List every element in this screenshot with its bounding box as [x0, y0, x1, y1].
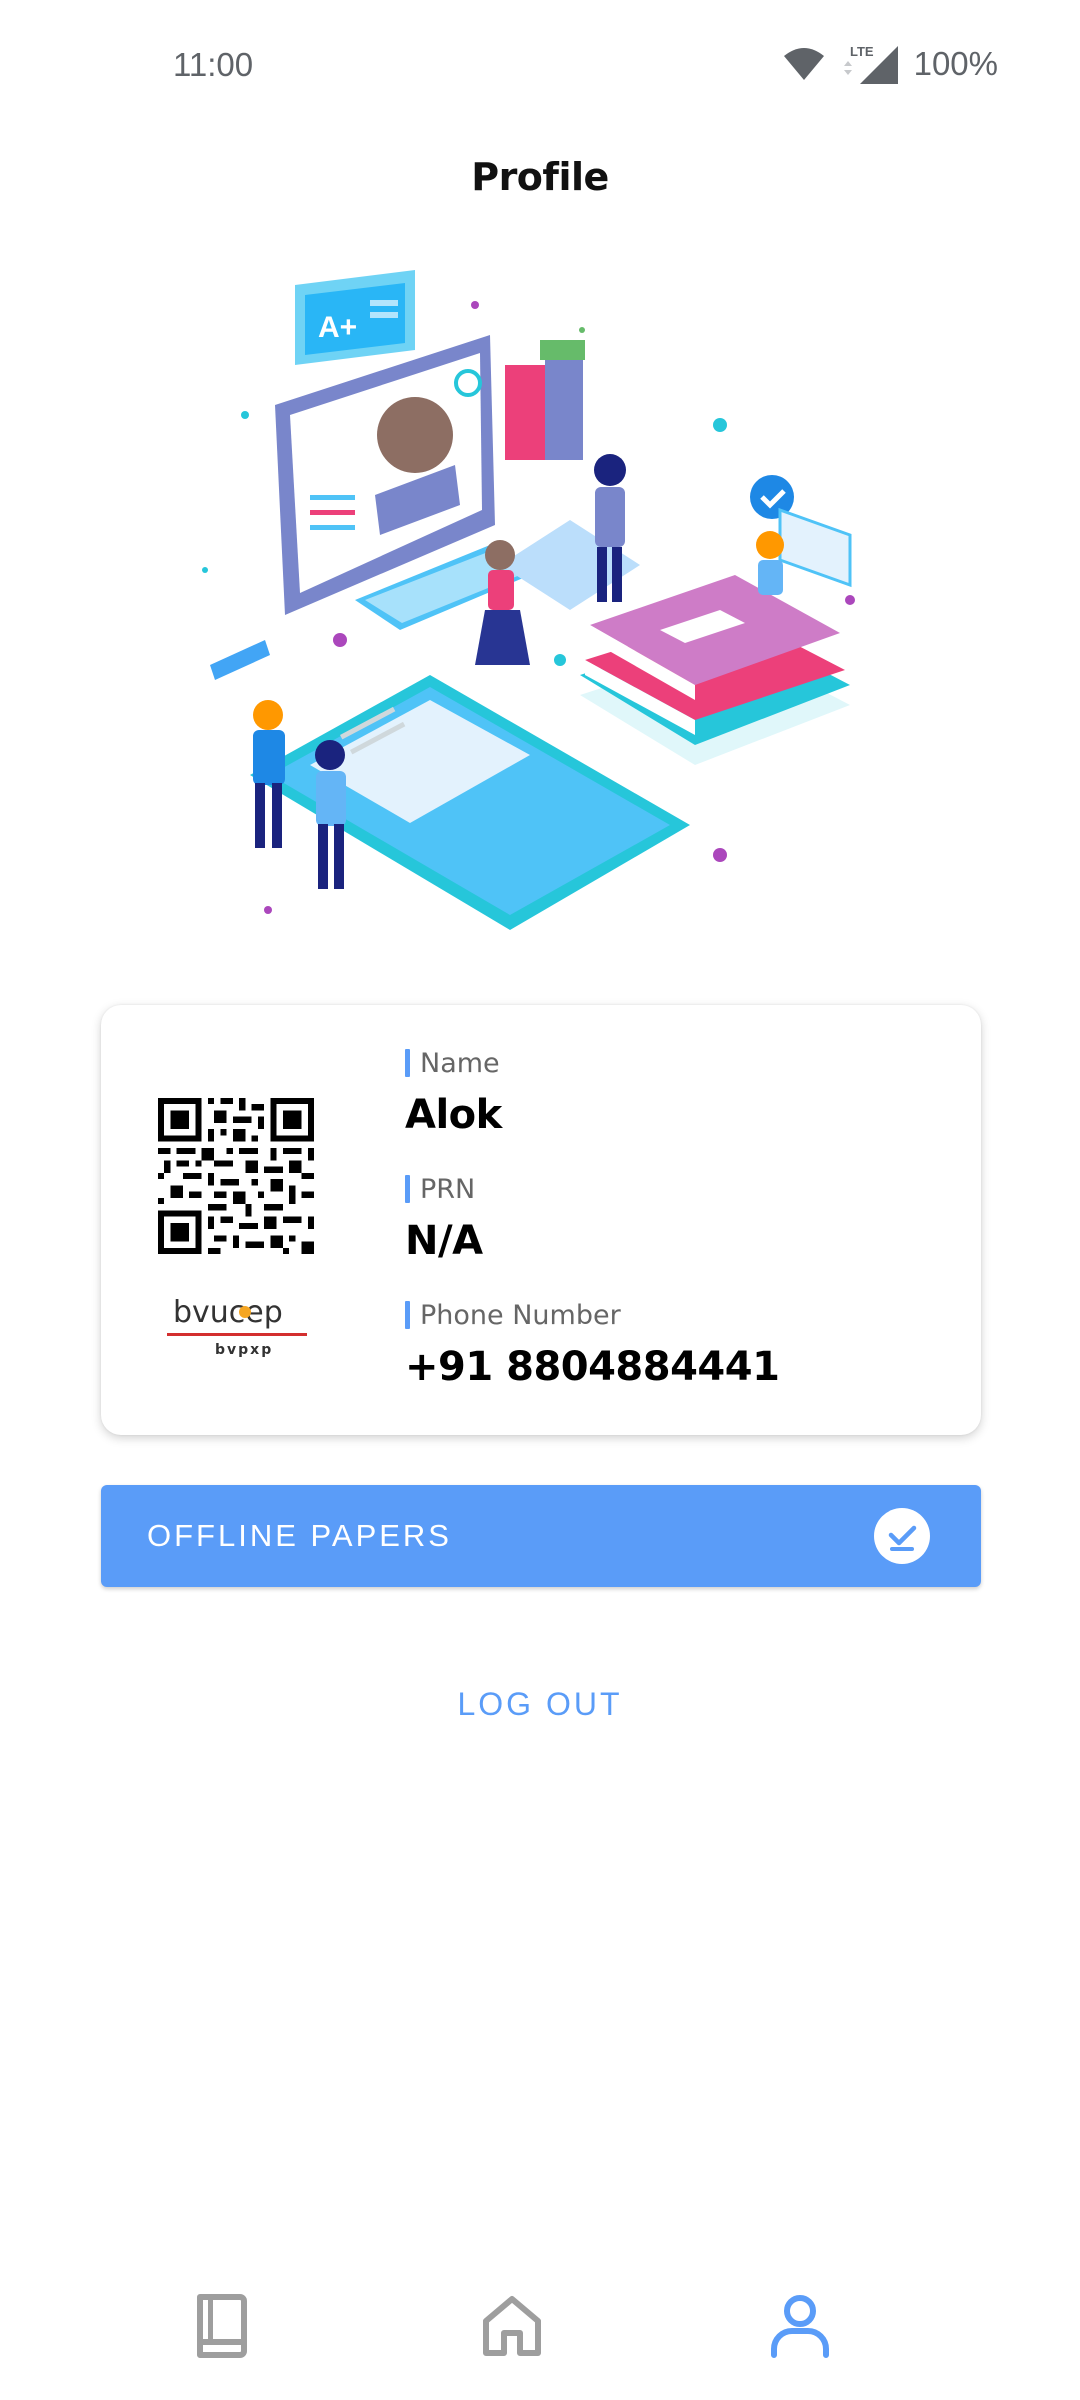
label-accent-bar: [405, 1301, 410, 1329]
phone-field: Phone Number +91 8804884441: [405, 1298, 780, 1390]
lte-label: LTE: [850, 44, 874, 59]
org-logo: bvucep bvpxp: [167, 1295, 307, 1358]
name-field: Name Alok: [405, 1046, 502, 1138]
name-label: Name: [420, 1047, 500, 1079]
nav-item-home[interactable]: [472, 2286, 552, 2366]
lte-signal-icon: LTE: [843, 44, 898, 84]
logout-button[interactable]: LOG OUT: [0, 1686, 1080, 1723]
education-illustration: A+: [202, 270, 855, 930]
prn-value: N/A: [405, 1218, 483, 1264]
label-accent-bar: [405, 1049, 410, 1077]
download-done-icon: [874, 1508, 930, 1564]
bottom-nav: [0, 2270, 1080, 2400]
offline-papers-button[interactable]: OFFLINE PAPERS: [101, 1485, 981, 1587]
status-time: 11:00: [173, 46, 254, 83]
person-icon: [771, 2295, 829, 2358]
book-icon: [197, 2294, 247, 2358]
battery-percent: 100%: [913, 45, 998, 82]
prn-label: PRN: [420, 1173, 476, 1205]
label-accent-bar: [405, 1175, 410, 1203]
svg-text:A+: A+: [318, 311, 357, 344]
offline-papers-label: OFFLINE PAPERS: [147, 1518, 452, 1553]
logo-text: bvucep: [173, 1295, 283, 1330]
status-icons: LTE 100%: [782, 42, 998, 86]
name-value: Alok: [405, 1092, 502, 1138]
wifi-icon: [783, 48, 824, 80]
nav-item-papers[interactable]: [182, 2286, 262, 2366]
phone-value: +91 8804884441: [405, 1344, 780, 1390]
home-icon: [483, 2296, 541, 2356]
page-title: Profile: [471, 155, 609, 199]
qr-code: [158, 1098, 314, 1254]
nav-item-profile[interactable]: [760, 2286, 840, 2366]
prn-field: PRN N/A: [405, 1172, 483, 1264]
phone-label: Phone Number: [420, 1299, 621, 1331]
status-bar: 11:00 LTE 100%: [0, 0, 1080, 136]
logo-subtext: bvpxp: [215, 1342, 273, 1358]
